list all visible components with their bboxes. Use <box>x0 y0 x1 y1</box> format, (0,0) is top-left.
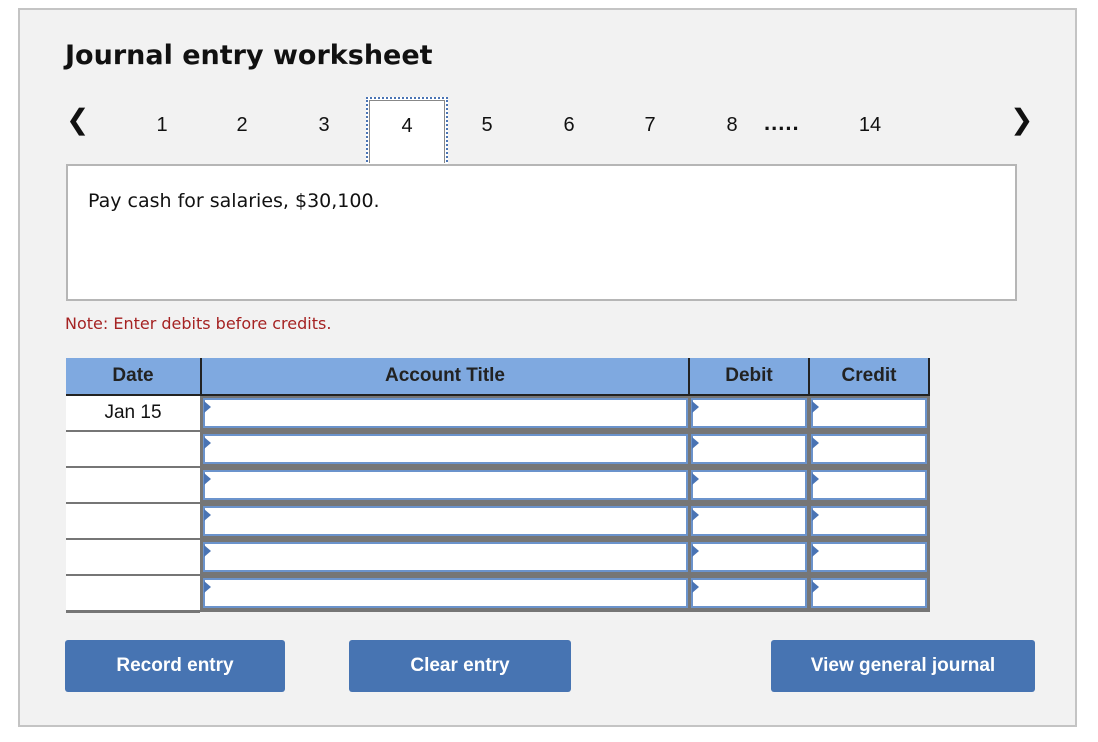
debit-input[interactable] <box>691 506 807 536</box>
chevron-right-icon[interactable]: ❯ <box>1010 106 1033 134</box>
dropdown-marker-icon <box>204 437 211 449</box>
credit-input[interactable] <box>811 398 927 428</box>
clear-entry-button[interactable]: Clear entry <box>349 640 571 692</box>
account-title-input[interactable] <box>203 506 688 536</box>
dropdown-marker-icon <box>692 437 699 449</box>
dropdown-marker-icon <box>812 401 819 413</box>
view-general-journal-button[interactable]: View general journal <box>771 640 1035 692</box>
date-cell[interactable] <box>66 432 200 469</box>
page-5[interactable]: 5 <box>481 114 492 137</box>
account-title-input[interactable] <box>203 434 688 464</box>
dropdown-marker-icon <box>204 509 211 521</box>
pager-ellipsis: ..... <box>764 110 800 135</box>
debit-input[interactable] <box>691 470 807 500</box>
dropdown-marker-icon <box>812 437 819 449</box>
account-title-input[interactable] <box>203 470 688 500</box>
table-row: Jan 15 <box>66 396 930 433</box>
dropdown-marker-icon <box>812 545 819 557</box>
worksheet-panel: Journal entry worksheet ❮ 1 2 3 4 5 6 7 … <box>18 8 1077 727</box>
account-title-input[interactable] <box>203 578 688 608</box>
debit-input[interactable] <box>691 398 807 428</box>
credit-input[interactable] <box>811 578 927 608</box>
credit-input[interactable] <box>811 506 927 536</box>
transaction-prompt-box: Pay cash for salaries, $30,100. <box>66 164 1017 301</box>
table-header: Date Account Title Debit Credit <box>66 358 930 396</box>
table-row <box>66 540 930 577</box>
header-date: Date <box>112 365 154 386</box>
page-1[interactable]: 1 <box>156 114 167 137</box>
dropdown-marker-icon <box>692 509 699 521</box>
header-credit: Credit <box>808 358 928 394</box>
page-6[interactable]: 6 <box>563 114 574 137</box>
page-8[interactable]: 8 <box>726 114 737 137</box>
dropdown-marker-icon <box>812 473 819 485</box>
dropdown-marker-icon <box>692 473 699 485</box>
debit-input[interactable] <box>691 542 807 572</box>
dropdown-marker-icon <box>204 581 211 593</box>
dropdown-marker-icon <box>692 581 699 593</box>
debit-input[interactable] <box>691 434 807 464</box>
record-entry-button[interactable]: Record entry <box>65 640 285 692</box>
dropdown-marker-icon <box>204 401 211 413</box>
table-row <box>66 576 930 613</box>
credit-input[interactable] <box>811 434 927 464</box>
header-debit: Debit <box>688 358 808 394</box>
dropdown-marker-icon <box>692 401 699 413</box>
table-row <box>66 468 930 505</box>
debit-credit-note: Note: Enter debits before credits. <box>65 314 332 333</box>
page-title: Journal entry worksheet <box>65 40 433 71</box>
date-cell[interactable]: Jan 15 <box>66 396 200 433</box>
table-row <box>66 504 930 541</box>
transaction-prompt: Pay cash for salaries, $30,100. <box>88 190 380 212</box>
dropdown-marker-icon <box>812 509 819 521</box>
page-14[interactable]: 14 <box>859 114 881 137</box>
header-account-title: Account Title <box>200 358 688 394</box>
account-title-input[interactable] <box>203 542 688 572</box>
dropdown-marker-icon <box>204 473 211 485</box>
dropdown-marker-icon <box>812 581 819 593</box>
account-title-input[interactable] <box>203 398 688 428</box>
chevron-left-icon[interactable]: ❮ <box>66 106 89 134</box>
page-7[interactable]: 7 <box>644 114 655 137</box>
debit-input[interactable] <box>691 578 807 608</box>
dropdown-marker-icon <box>692 545 699 557</box>
dropdown-marker-icon <box>204 545 211 557</box>
page-4-current[interactable]: 4 <box>366 97 448 166</box>
date-cell[interactable] <box>66 540 200 577</box>
page-3[interactable]: 3 <box>318 114 329 137</box>
credit-input[interactable] <box>811 470 927 500</box>
credit-input[interactable] <box>811 542 927 572</box>
date-cell[interactable] <box>66 576 200 613</box>
current-page-label: 4 <box>401 115 413 137</box>
date-cell[interactable] <box>66 504 200 541</box>
table-row <box>66 432 930 469</box>
date-cell[interactable] <box>66 468 200 505</box>
page-2[interactable]: 2 <box>236 114 247 137</box>
